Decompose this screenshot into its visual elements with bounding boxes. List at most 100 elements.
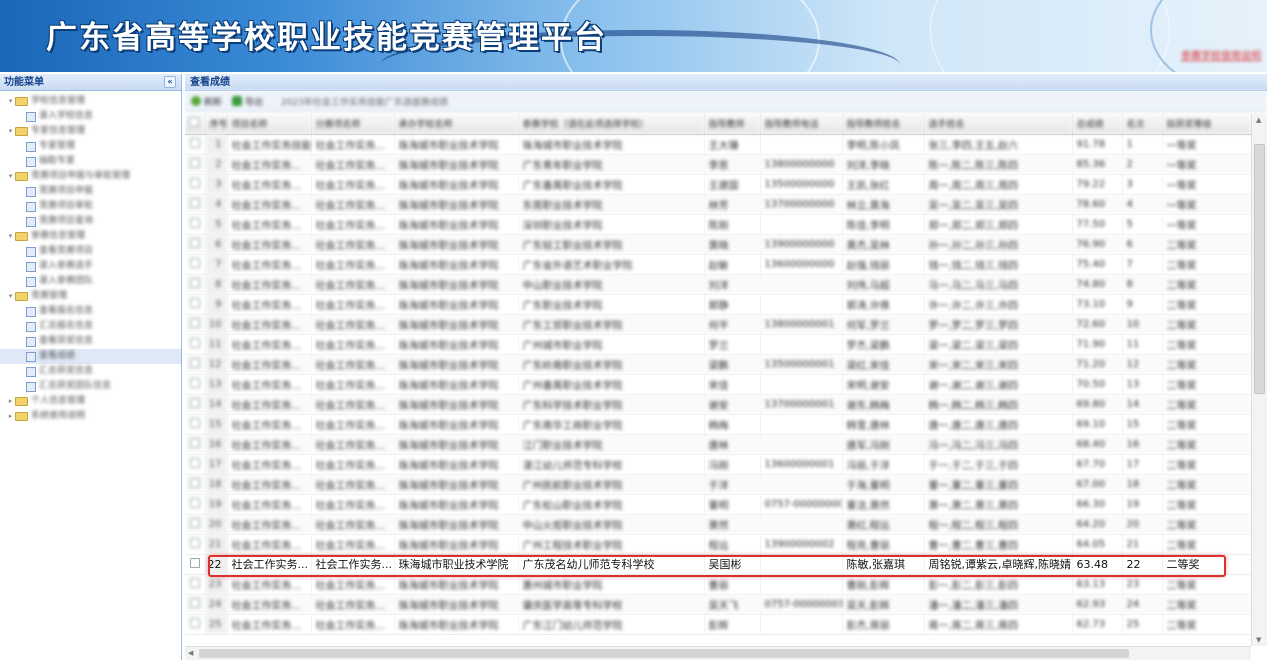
row-select-cell[interactable]: [185, 174, 206, 195]
row-checkbox[interactable]: [189, 417, 200, 428]
row-select-cell[interactable]: [185, 454, 206, 475]
table-row[interactable]: 22 社会工作实务... 社会工作实务... 珠海城市职业技术学院 广东茂名幼儿师范专科…: [185, 554, 1251, 575]
row-select-cell[interactable]: [185, 434, 206, 455]
menu-item[interactable]: 竞赛项目查询: [0, 214, 181, 229]
table-row[interactable]: 14 社会工作实务... 社会工作实务... 珠海城市职业技术学院 广东科学技术职业学院…: [185, 394, 1251, 415]
scroll-up-icon[interactable]: ▲: [1256, 116, 1261, 124]
column-header[interactable]: 拟获奖等级: [1162, 114, 1251, 135]
menu-item[interactable]: ▾ 专家信息管理: [0, 124, 181, 139]
vertical-scroll-thumb[interactable]: [1254, 144, 1265, 394]
menu-item[interactable]: ▾ 参赛信息管理: [0, 229, 181, 244]
row-checkbox[interactable]: [189, 257, 200, 268]
row-select-cell[interactable]: [185, 214, 206, 235]
expand-toggle-icon[interactable]: ▸: [6, 409, 15, 424]
select-all-checkbox[interactable]: [189, 117, 199, 128]
vertical-scrollbar[interactable]: ▲ ▼: [1251, 114, 1267, 646]
expand-toggle-icon[interactable]: ▾: [6, 124, 15, 139]
row-select-cell[interactable]: [185, 394, 206, 415]
row-checkbox[interactable]: [189, 217, 200, 228]
menu-item[interactable]: 汇总获奖信息: [0, 364, 181, 379]
menu-item[interactable]: 专家管理: [0, 139, 181, 154]
select-all-header[interactable]: [185, 114, 206, 135]
expand-toggle-icon[interactable]: ▾: [6, 229, 15, 244]
column-header[interactable]: 指导教师电话: [760, 114, 843, 135]
row-select-cell[interactable]: [185, 594, 206, 615]
row-select-cell[interactable]: [185, 274, 206, 295]
row-checkbox[interactable]: [189, 237, 200, 248]
expand-toggle-icon[interactable]: ▾: [6, 289, 15, 304]
column-header[interactable]: 项目名称: [227, 114, 312, 135]
menu-item[interactable]: ▾ 竞赛项目申报与审批管理: [0, 169, 181, 184]
row-select-cell[interactable]: [185, 194, 206, 215]
row-checkbox[interactable]: [189, 457, 200, 468]
table-row[interactable]: 8 社会工作实务... 社会工作实务... 珠海城市职业技术学院 中山职业技术学院 刘洋刘…: [185, 274, 1251, 295]
table-row[interactable]: 25 社会工作实务... 社会工作实务... 珠海城市职业技术学院 广东江门幼儿师范学院…: [185, 614, 1251, 635]
row-checkbox[interactable]: [189, 277, 200, 288]
row-checkbox[interactable]: [189, 497, 200, 508]
row-checkbox[interactable]: [189, 157, 200, 168]
column-header[interactable]: 参赛学校（请在此项选择学校）: [518, 114, 705, 135]
horizontal-scrollbar[interactable]: ◀: [185, 646, 1251, 660]
row-checkbox[interactable]: [189, 377, 200, 388]
table-row[interactable]: 21 社会工作实务... 社会工作实务... 珠海城市职业技术学院 广州工程技术职业学院…: [185, 534, 1251, 555]
row-checkbox[interactable]: [189, 477, 200, 488]
menu-item[interactable]: 竞赛项目审批: [0, 199, 181, 214]
row-select-cell[interactable]: [185, 514, 206, 535]
scroll-left-icon[interactable]: ◀: [188, 649, 193, 657]
row-select-cell[interactable]: [185, 614, 206, 635]
column-header[interactable]: 序号: [205, 114, 228, 135]
table-row[interactable]: 20 社会工作实务... 社会工作实务... 珠海城市职业技术学院 中山火炬职业技术学院…: [185, 514, 1251, 535]
row-select-cell[interactable]: [185, 134, 206, 155]
menu-item[interactable]: 查看获奖信息: [0, 334, 181, 349]
table-row[interactable]: 5 社会工作实务... 社会工作实务... 珠海城市职业技术学院 深圳职业技术学院 陈刚陈…: [185, 214, 1251, 235]
row-select-cell[interactable]: [185, 374, 206, 395]
row-checkbox[interactable]: [189, 317, 200, 328]
menu-item[interactable]: 录入参赛选手: [0, 259, 181, 274]
row-select-cell[interactable]: [185, 414, 206, 435]
horizontal-scroll-thumb[interactable]: [199, 649, 1129, 658]
column-header[interactable]: 名次: [1122, 114, 1163, 135]
table-row[interactable]: 3 社会工作实务... 社会工作实务... 珠海城市职业技术学院 广东番禺职业技术学院王…: [185, 174, 1251, 195]
menu-item[interactable]: ▾ 学校信息管理: [0, 94, 181, 109]
table-row[interactable]: 16 社会工作实务... 社会工作实务... 珠海城市职业技术学院 江门职业技术学院 唐林…: [185, 434, 1251, 455]
menu-item[interactable]: 竞赛项目申报: [0, 184, 181, 199]
row-select-cell[interactable]: [185, 334, 206, 355]
table-row[interactable]: 9 社会工作实务... 社会工作实务... 珠海城市职业技术学院 广东职业技术学院 郭静郭…: [185, 294, 1251, 315]
row-select-cell[interactable]: [185, 554, 206, 575]
row-checkbox[interactable]: [189, 137, 200, 148]
menu-item[interactable]: ▾ 竞赛管理: [0, 289, 181, 304]
menu-item[interactable]: 汇总报名信息: [0, 319, 181, 334]
column-header[interactable]: 指导教师: [704, 114, 761, 135]
row-select-cell[interactable]: [185, 154, 206, 175]
row-select-cell[interactable]: [185, 314, 206, 335]
row-checkbox[interactable]: [189, 617, 200, 628]
row-checkbox[interactable]: [189, 357, 200, 368]
help-link[interactable]: 参赛学校使用说明: [1181, 47, 1261, 62]
menu-item[interactable]: 抽取专家: [0, 154, 181, 169]
row-checkbox[interactable]: [189, 517, 200, 528]
row-checkbox[interactable]: [189, 577, 200, 588]
menu-item[interactable]: ▸ 个人信息管理: [0, 394, 181, 409]
row-checkbox[interactable]: [189, 437, 200, 448]
table-row[interactable]: 1 社会工作实务技能 社会工作实务... 珠海城市职业技术学院 珠海城市职业技术学院 王大…: [185, 134, 1251, 155]
row-select-cell[interactable]: [185, 534, 206, 555]
row-checkbox[interactable]: [189, 557, 200, 568]
row-select-cell[interactable]: [185, 254, 206, 275]
table-row[interactable]: 11 社会工作实务... 社会工作实务... 珠海城市职业技术学院 广州城市职业学院 罗兰…: [185, 334, 1251, 355]
table-row[interactable]: 15 社会工作实务... 社会工作实务... 珠海城市职业技术学院 广东南华工商职业学院…: [185, 414, 1251, 435]
table-row[interactable]: 18 社会工作实务... 社会工作实务... 珠海城市职业技术学院 广州民航职业技术学院…: [185, 474, 1251, 495]
scroll-down-icon[interactable]: ▼: [1256, 636, 1261, 644]
row-checkbox[interactable]: [189, 397, 200, 408]
menu-item[interactable]: 录入参赛团队: [0, 274, 181, 289]
menu-item[interactable]: ▸ 系统使用说明: [0, 409, 181, 424]
table-row[interactable]: 24 社会工作实务... 社会工作实务... 珠海城市职业技术学院 肇庆医学高等专科学校…: [185, 594, 1251, 615]
row-select-cell[interactable]: [185, 574, 206, 595]
menu-item[interactable]: 录入学校信息: [0, 109, 181, 124]
expand-toggle-icon[interactable]: ▸: [6, 394, 15, 409]
column-header[interactable]: 承办学校名称: [394, 114, 519, 135]
row-select-cell[interactable]: [185, 474, 206, 495]
row-select-cell[interactable]: [185, 354, 206, 375]
row-checkbox[interactable]: [189, 297, 200, 308]
menu-item[interactable]: 查看报名信息: [0, 304, 181, 319]
row-select-cell[interactable]: [185, 494, 206, 515]
